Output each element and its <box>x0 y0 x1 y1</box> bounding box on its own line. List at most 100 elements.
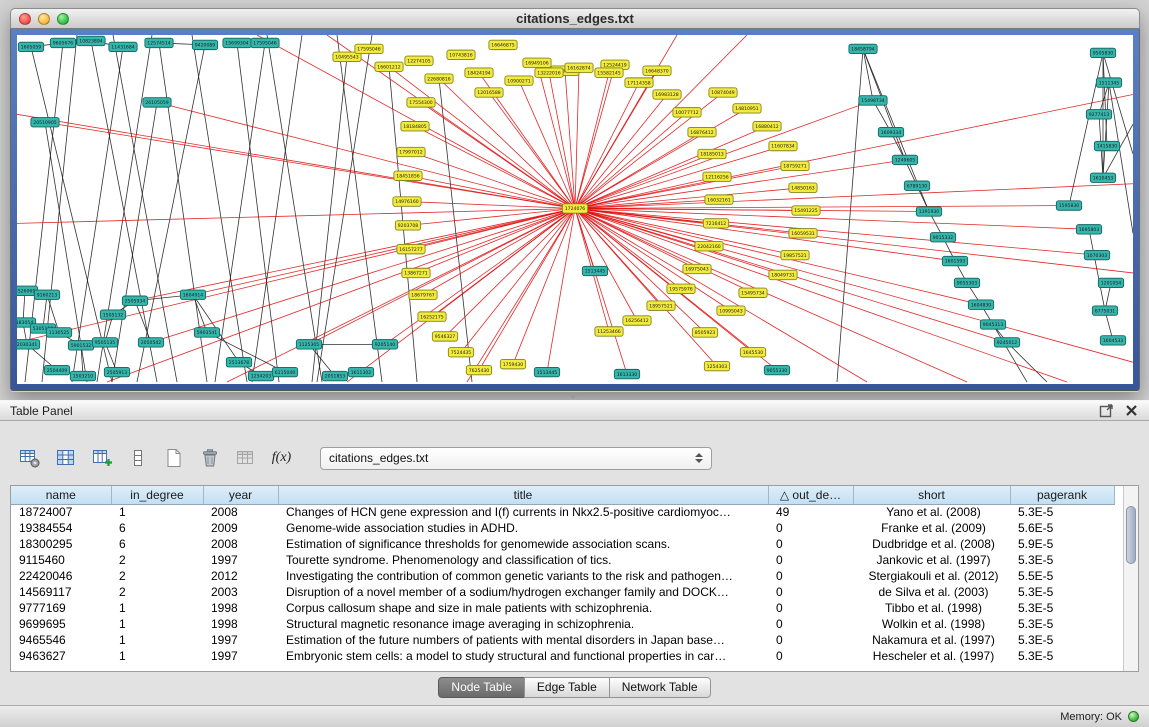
network-node[interactable]: 16256412 <box>623 316 651 325</box>
network-node[interactable]: 18424194 <box>465 68 493 77</box>
network-node[interactable]: 11253466 <box>595 327 623 336</box>
function-builder-icon[interactable]: f(x) <box>268 445 295 472</box>
network-node[interactable]: 17554300 <box>407 98 435 107</box>
table-cell[interactable]: 5.3E-5 <box>1010 552 1114 568</box>
table-cell[interactable]: 0 <box>768 536 853 552</box>
panel-splitter-handle[interactable] <box>568 394 578 399</box>
network-node[interactable]: 16983128 <box>653 90 681 99</box>
table-cell[interactable]: Dudbridge et al. (2008) <box>853 536 1010 552</box>
network-node[interactable]: 5903541 <box>194 328 219 337</box>
network-node[interactable]: 11607834 <box>769 141 797 150</box>
network-node[interactable]: 16646875 <box>489 40 517 49</box>
table-cell[interactable]: 6 <box>111 536 203 552</box>
network-node[interactable]: 10900271 <box>505 76 533 85</box>
network-canvas[interactable]: 1724076160505996056761082389411431684125… <box>17 35 1133 384</box>
show-columns-icon[interactable] <box>52 445 79 472</box>
network-node[interactable]: 14850163 <box>789 183 817 192</box>
network-node[interactable]: 26105059 <box>143 98 171 107</box>
network-node[interactable]: 1503210 <box>70 371 95 380</box>
table-cell[interactable]: Tourette syndrome. Phenomenology and cla… <box>278 552 768 568</box>
table-cell[interactable]: 6 <box>111 520 203 536</box>
table-row[interactable]: 1830029562008Estimation of significance … <box>11 536 1114 552</box>
network-node[interactable]: 1604533 <box>1100 336 1125 345</box>
network-node[interactable]: 2513678 <box>226 357 251 366</box>
table-cell[interactable]: 5.3E-5 <box>1010 504 1114 520</box>
table-row[interactable]: 1938455462009Genome-wide association stu… <box>11 520 1114 536</box>
tab-network-table[interactable]: Network Table <box>609 677 711 698</box>
table-cell[interactable]: 2 <box>111 584 203 600</box>
network-node[interactable]: 8505923 <box>692 328 717 337</box>
network-node[interactable]: 1254303 <box>704 361 729 370</box>
table-cell[interactable]: 49 <box>768 504 853 520</box>
network-node[interactable]: 10823894 <box>77 36 105 45</box>
network-node[interactable]: 13222016 <box>535 68 563 77</box>
network-node[interactable]: 1595830 <box>1056 201 1081 210</box>
table-row[interactable]: 911546021997Tourette syndrome. Phenomeno… <box>11 552 1114 568</box>
table-row[interactable]: 2242004622012Investigating the contribut… <box>11 568 1114 584</box>
table-cell[interactable]: 0 <box>768 648 853 664</box>
network-node[interactable]: 19575976 <box>667 284 695 293</box>
network-node[interactable]: 1125305 <box>296 340 321 349</box>
network-node[interactable]: 1070303 <box>1084 250 1109 259</box>
table-cell[interactable]: Jankovic et al. (1997) <box>853 552 1010 568</box>
network-node[interactable]: 10874049 <box>709 88 737 97</box>
table-cell[interactable]: 5.6E-5 <box>1010 520 1114 536</box>
network-node[interactable]: 6789130 <box>904 181 929 190</box>
table-cell[interactable]: 1 <box>111 504 203 520</box>
network-node[interactable]: 9203708 <box>395 221 420 230</box>
network-node[interactable]: 9546327 <box>432 332 457 341</box>
table-cell[interactable]: Investigating the contribution of common… <box>278 568 768 584</box>
network-node[interactable]: 1513445 <box>534 367 559 376</box>
network-node[interactable]: 10995043 <box>717 306 745 315</box>
network-node[interactable]: 16032161 <box>705 195 733 204</box>
network-node[interactable]: 15491225 <box>792 206 820 215</box>
network-node[interactable]: 9205140 <box>372 340 397 349</box>
network-node[interactable]: 6115049 <box>272 367 297 376</box>
window-titlebar[interactable]: citations_edges.txt <box>10 8 1140 29</box>
column-header-title[interactable]: title <box>278 486 768 504</box>
table-cell[interactable]: Yano et al. (2008) <box>853 504 1010 520</box>
table-cell[interactable]: 22420046 <box>11 568 111 584</box>
table-cell[interactable]: 5.5E-5 <box>1010 568 1114 584</box>
network-node[interactable]: 9245012 <box>994 338 1019 347</box>
network-node[interactable]: 9055303 <box>954 278 979 287</box>
table-cell[interactable]: 0 <box>768 568 853 584</box>
network-node[interactable]: 15498734 <box>859 96 887 105</box>
network-node[interactable]: 16252175 <box>418 312 446 321</box>
table-cell[interactable]: Franke et al. (2009) <box>853 520 1010 536</box>
table-cell[interactable]: Tibbo et al. (1998) <box>853 600 1010 616</box>
column-header-name[interactable]: name <box>11 486 111 504</box>
network-node[interactable]: 1415830 <box>1094 141 1119 150</box>
network-node[interactable]: 1759430 <box>500 359 525 368</box>
network-node[interactable]: 9160213 <box>34 290 59 299</box>
network-node[interactable]: 10743816 <box>447 50 475 59</box>
network-node[interactable]: 18679767 <box>409 290 437 299</box>
minimize-window-button[interactable] <box>38 13 50 25</box>
network-node[interactable]: 16880412 <box>753 122 781 131</box>
network-node[interactable]: 9277413 <box>1086 110 1111 119</box>
table-cell[interactable]: 1 <box>111 600 203 616</box>
network-node[interactable]: 11431684 <box>109 42 137 51</box>
network-node[interactable]: 15495734 <box>739 288 767 297</box>
network-node[interactable]: 7216412 <box>703 219 728 228</box>
close-window-button[interactable] <box>19 13 31 25</box>
table-cell[interactable]: 1997 <box>203 632 278 648</box>
table-cell[interactable]: 2 <box>111 568 203 584</box>
table-cell[interactable]: 18724007 <box>11 504 111 520</box>
network-node[interactable]: 16876412 <box>688 127 716 136</box>
table-cell[interactable]: 1997 <box>203 648 278 664</box>
float-panel-icon[interactable] <box>1099 403 1114 418</box>
network-node[interactable]: 1130525 <box>46 328 71 337</box>
table-cell[interactable]: 9463627 <box>11 648 111 664</box>
network-node[interactable]: 16648370 <box>643 66 671 75</box>
table-cell[interactable]: Hescheler et al. (1997) <box>853 648 1010 664</box>
table-cell[interactable]: Changes of HCN gene expression and I(f) … <box>278 504 768 520</box>
table-cell[interactable]: Genome-wide association studies in ADHD. <box>278 520 768 536</box>
row-options-icon[interactable] <box>124 445 151 472</box>
network-node[interactable]: 22042160 <box>695 241 723 250</box>
table-cell[interactable]: Nakamura et al. (1997) <box>853 632 1010 648</box>
network-node[interactable]: 18957521 <box>647 301 675 310</box>
table-cell[interactable]: 9465546 <box>11 632 111 648</box>
tab-edge-table[interactable]: Edge Table <box>524 677 610 698</box>
network-node[interactable]: 12274105 <box>405 56 433 65</box>
